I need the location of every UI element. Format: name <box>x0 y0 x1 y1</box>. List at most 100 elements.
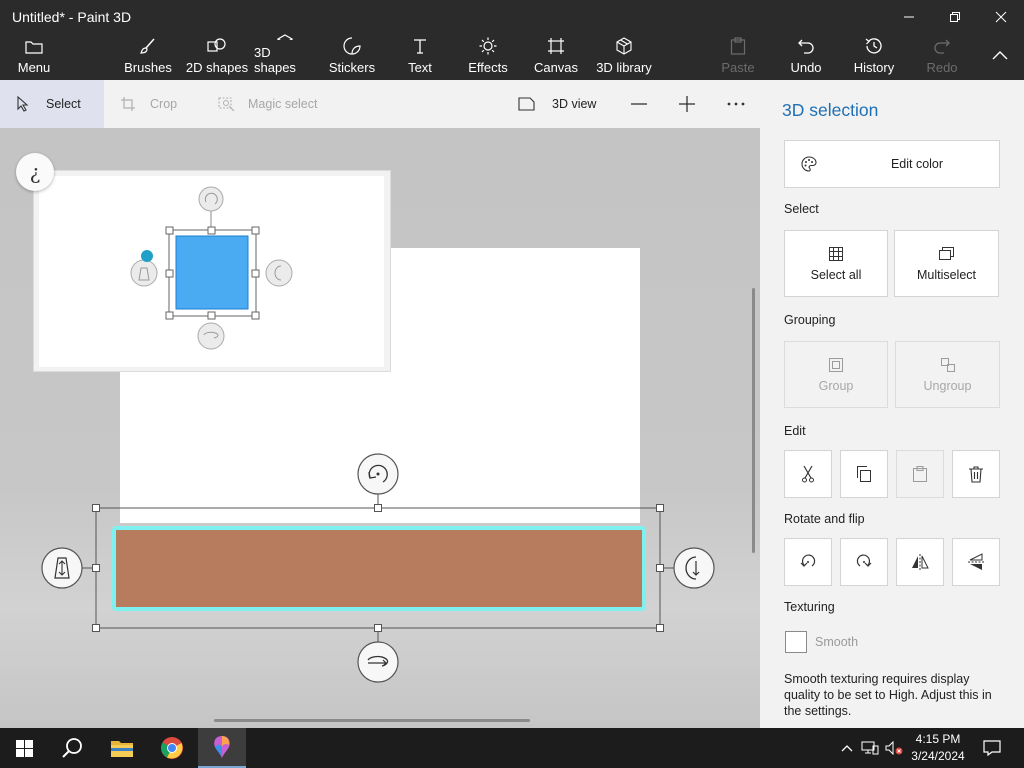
show-hidden-icons-button[interactable] <box>838 728 856 768</box>
taskbar: 4:15 PM 3/24/2024 <box>0 728 1024 768</box>
text-tab[interactable]: Text <box>398 34 442 80</box>
delete-button[interactable] <box>952 450 1000 498</box>
thumbnail-canvas <box>39 176 384 367</box>
file-explorer-taskbar-button[interactable] <box>98 728 146 768</box>
volume-status[interactable] <box>884 728 904 768</box>
3d-shapes-label: 3D shapes <box>254 45 296 75</box>
canvas-tab[interactable]: Canvas <box>532 34 580 80</box>
ellipsis-icon <box>727 102 745 106</box>
2d-shapes-label: 2D shapes <box>185 60 249 75</box>
select-tool-label: Select <box>46 97 81 111</box>
smooth-checkbox[interactable] <box>785 631 807 653</box>
palette-icon <box>801 156 817 172</box>
panel-title: 3D selection <box>782 100 879 120</box>
restore-icon <box>950 12 960 22</box>
sun-icon <box>479 37 497 55</box>
group-button[interactable]: Group <box>784 341 888 408</box>
ungroup-label: Ungroup <box>923 378 972 393</box>
workspace[interactable]: ¿ <box>0 128 760 728</box>
magic-select-label: Magic select <box>248 97 318 111</box>
redo-icon <box>934 39 950 54</box>
library-icon <box>616 37 632 55</box>
flip-horizontal-button[interactable] <box>896 538 944 586</box>
flip-horizontal-icon <box>912 554 929 570</box>
brushes-tab[interactable]: Brushes <box>120 34 176 80</box>
copy-button[interactable] <box>840 450 888 498</box>
menu-button[interactable]: Menu <box>10 34 58 80</box>
zoom-out-button[interactable] <box>630 80 648 128</box>
collapse-ribbon-button[interactable] <box>984 34 1016 80</box>
select-section-label: Select <box>784 202 819 216</box>
paint-3d-icon <box>214 736 230 758</box>
paste-panel-button[interactable] <box>896 450 944 498</box>
crop-tool-button[interactable]: Crop <box>120 80 177 128</box>
network-status[interactable] <box>860 728 880 768</box>
resize-handle <box>92 624 100 632</box>
3d-view-label: 3D view <box>552 97 597 111</box>
select-all-label: Select all <box>810 267 862 282</box>
redo-button[interactable]: Redo <box>920 34 964 80</box>
edit-color-button[interactable]: Edit color <box>784 140 1000 188</box>
stickers-tab[interactable]: Stickers <box>326 34 378 80</box>
select-all-button[interactable]: Select all <box>784 230 888 297</box>
stickers-label: Stickers <box>328 60 376 75</box>
3d-shapes-tab[interactable]: 3D shapes <box>254 34 316 80</box>
view-thumbnail[interactable] <box>33 170 391 372</box>
vertical-scrollbar[interactable] <box>752 288 755 553</box>
magic-select-button[interactable]: Magic select <box>218 80 317 128</box>
help-icon: ¿ <box>29 160 41 184</box>
horizontal-scrollbar[interactable] <box>214 719 530 722</box>
multiselect-label: Multiselect <box>916 267 977 282</box>
push-depth-handle-icon <box>41 547 83 589</box>
history-button[interactable]: History <box>850 34 898 80</box>
paint-3d-taskbar-button[interactable] <box>198 728 246 768</box>
title-bar: Untitled* - Paint 3D <box>0 0 1024 34</box>
multiselect-button[interactable]: Multiselect <box>894 230 999 297</box>
2d-shapes-tab[interactable]: 2D shapes <box>184 34 250 80</box>
ungroup-button[interactable]: Ungroup <box>895 341 1000 408</box>
clock-date[interactable]: 3/24/2024 <box>905 749 971 763</box>
minimize-button[interactable] <box>886 0 932 34</box>
more-options-button[interactable] <box>726 80 746 128</box>
brushes-label: Brushes <box>124 60 172 75</box>
volume-muted-icon <box>885 741 903 755</box>
text-icon <box>414 39 426 54</box>
side-panel: 3D selection Edit color Select Select al… <box>760 80 1024 728</box>
cube-icon <box>277 34 293 40</box>
rotate-section-label: Rotate and flip <box>784 512 865 526</box>
select-tool-button[interactable]: Select <box>0 80 104 128</box>
text-label: Text <box>408 60 432 75</box>
undo-button[interactable]: Undo <box>784 34 828 80</box>
resize-handle <box>92 504 100 512</box>
file-explorer-icon <box>111 741 133 757</box>
flip-vertical-button[interactable] <box>952 538 1000 586</box>
redo-label: Redo <box>926 60 958 75</box>
canvas-label: Canvas <box>533 60 579 75</box>
edit-section-label: Edit <box>784 424 806 438</box>
resize-handle <box>92 564 100 572</box>
restore-button[interactable] <box>932 0 978 34</box>
resize-handle <box>374 624 382 632</box>
3d-view-button[interactable]: 3D view <box>518 80 596 128</box>
clock-time[interactable]: 4:15 PM <box>905 732 971 746</box>
canvas-icon <box>548 38 564 54</box>
edit-color-label: Edit color <box>890 157 944 171</box>
brush-icon <box>140 38 155 54</box>
close-button[interactable] <box>978 0 1024 34</box>
rotate-right-button[interactable] <box>840 538 888 586</box>
notifications-button[interactable] <box>978 728 1006 768</box>
thumbnail-object <box>175 235 249 310</box>
grouping-section-label: Grouping <box>784 313 836 327</box>
zoom-in-button[interactable] <box>678 80 696 128</box>
group-label: Group <box>818 378 854 393</box>
help-button[interactable]: ¿ <box>16 153 54 191</box>
cut-button[interactable] <box>784 450 832 498</box>
chrome-taskbar-button[interactable] <box>148 728 196 768</box>
paste-button[interactable]: Paste <box>716 34 760 80</box>
rotate-right-icon <box>856 554 872 567</box>
effects-tab[interactable]: Effects <box>464 34 512 80</box>
search-button[interactable] <box>48 728 96 768</box>
rotate-left-button[interactable] <box>784 538 832 586</box>
3d-library-tab[interactable]: 3D library <box>594 34 654 80</box>
start-button[interactable] <box>0 728 48 768</box>
